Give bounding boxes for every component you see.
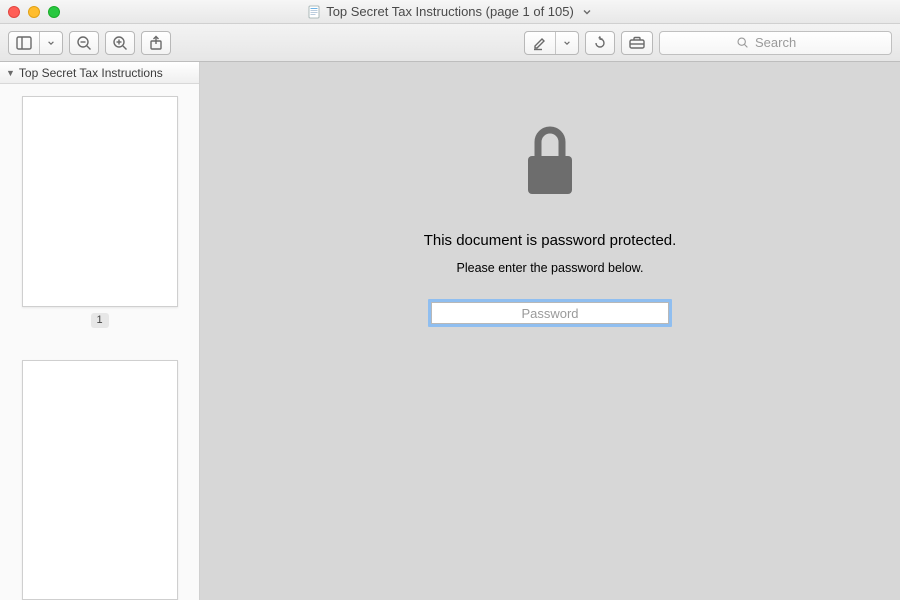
chevron-down-icon xyxy=(563,39,571,47)
toolbox-icon xyxy=(628,36,646,50)
rotate-icon xyxy=(592,35,608,51)
page-thumbnail[interactable] xyxy=(22,360,178,600)
search-icon xyxy=(736,36,749,49)
zoom-in-icon xyxy=(112,35,128,51)
password-prompt: This document is password protected. Ple… xyxy=(310,122,790,327)
zoom-out-button[interactable] xyxy=(69,31,99,55)
window-title-text: Top Secret Tax Instructions (page 1 of 1… xyxy=(326,4,574,19)
content-area: ▼ Top Secret Tax Instructions 1 This doc… xyxy=(0,62,900,600)
title-dropdown-chevron-icon[interactable] xyxy=(582,7,592,17)
disclosure-triangle-icon: ▼ xyxy=(6,68,15,78)
share-button[interactable] xyxy=(141,31,171,55)
chevron-down-icon xyxy=(47,39,55,47)
toolbar xyxy=(0,24,900,62)
page-thumbnail-label: 1 xyxy=(91,313,109,328)
password-field-focus-ring xyxy=(428,299,672,327)
zoom-in-button[interactable] xyxy=(105,31,135,55)
search-input[interactable] xyxy=(755,35,815,50)
zoom-out-icon xyxy=(76,35,92,51)
window-controls xyxy=(8,6,60,18)
minimize-window-button[interactable] xyxy=(28,6,40,18)
protected-heading: This document is password protected. xyxy=(424,232,677,249)
markup-button[interactable] xyxy=(524,31,579,55)
annotate-toolbar-button[interactable] xyxy=(621,31,653,55)
sidebar-header[interactable]: ▼ Top Secret Tax Instructions xyxy=(0,62,199,84)
rotate-button[interactable] xyxy=(585,31,615,55)
document-pane: This document is password protected. Ple… xyxy=(200,62,900,600)
password-input[interactable] xyxy=(431,302,669,324)
fullscreen-window-button[interactable] xyxy=(48,6,60,18)
sidebar-doc-title: Top Secret Tax Instructions xyxy=(19,66,163,80)
sidebar-view-icon xyxy=(16,36,32,50)
toolbar-left-group xyxy=(8,31,171,55)
window-titlebar: Top Secret Tax Instructions (page 1 of 1… xyxy=(0,0,900,24)
thumbnail-sidebar: ▼ Top Secret Tax Instructions 1 xyxy=(0,62,200,600)
highlight-pen-icon xyxy=(532,35,548,51)
lock-icon xyxy=(518,122,582,202)
close-window-button[interactable] xyxy=(8,6,20,18)
thumbnail-list: 1 xyxy=(0,84,199,600)
view-mode-button[interactable] xyxy=(8,31,63,55)
window-title: Top Secret Tax Instructions (page 1 of 1… xyxy=(0,0,900,23)
page-thumbnail[interactable] xyxy=(22,96,178,307)
protected-subheading: Please enter the password below. xyxy=(457,261,644,275)
document-icon xyxy=(308,5,320,19)
search-field[interactable] xyxy=(659,31,892,55)
toolbar-right-group xyxy=(524,31,892,55)
share-icon xyxy=(149,35,163,51)
